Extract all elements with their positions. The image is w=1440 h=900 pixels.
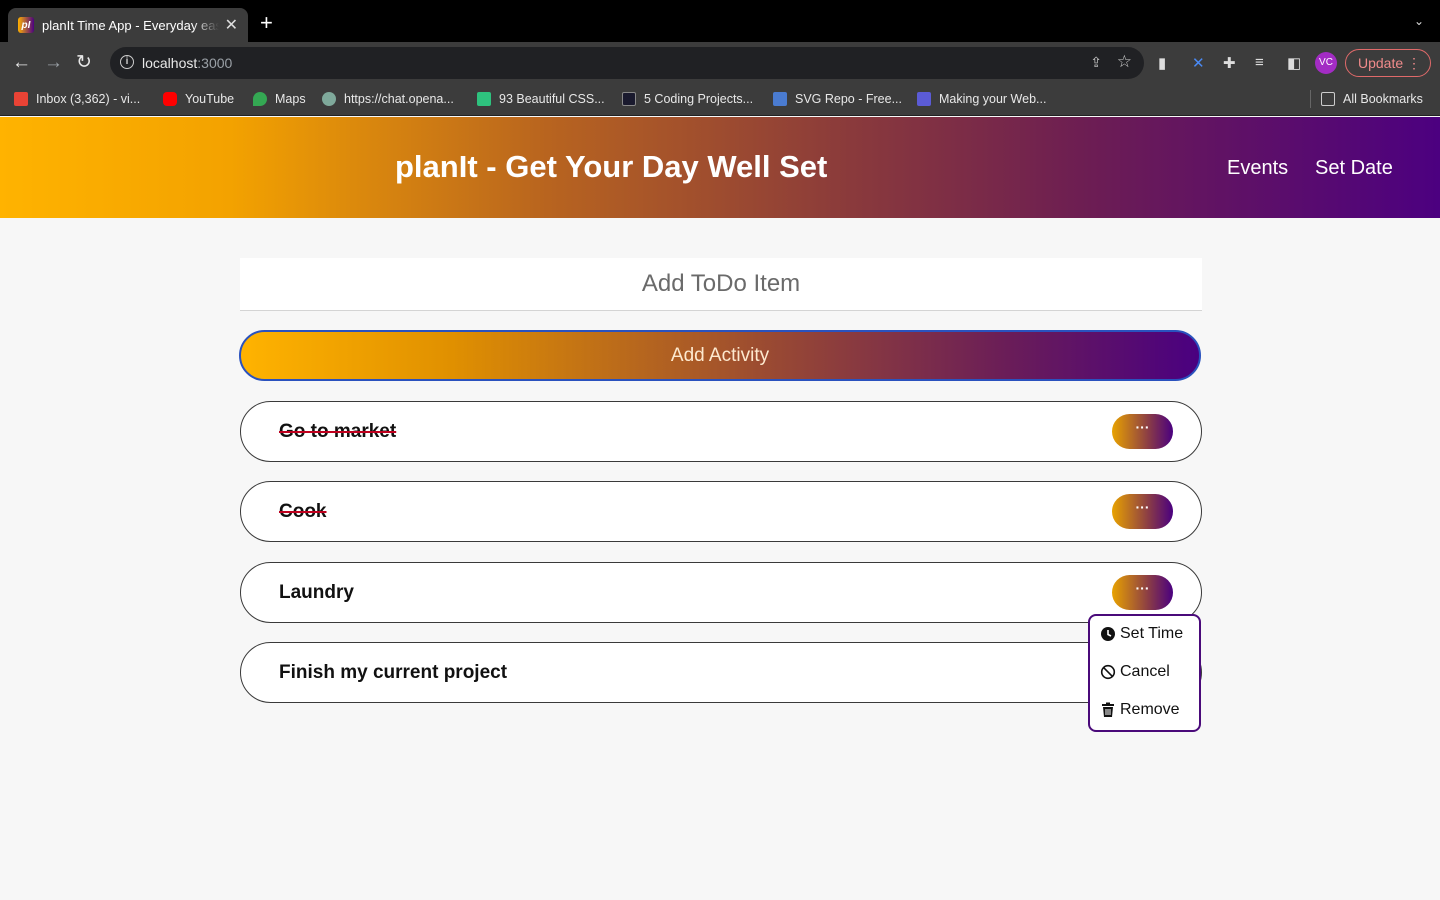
add-activity-button[interactable]: Add Activity (239, 330, 1201, 381)
bookmark-item[interactable]: Inbox (3,362) - vi... (14, 92, 140, 106)
ban-icon (1100, 664, 1116, 680)
bookmark-label: Inbox (3,362) - vi... (36, 92, 141, 106)
extensions-puzzle-icon[interactable]: ✚ (1223, 54, 1236, 72)
all-bookmarks-label: All Bookmarks (1343, 92, 1423, 106)
tab-close-icon[interactable]: ✕ (225, 15, 238, 35)
folder-icon (1321, 92, 1335, 106)
bookmark-label: Making your Web... (939, 92, 1047, 106)
bookmark-item[interactable]: 93 Beautiful CSS... (477, 92, 605, 106)
todo-text: Cook (279, 501, 327, 522)
side-panel-icon[interactable]: ◧ (1287, 54, 1301, 72)
bookmark-label: SVG Repo - Free... (795, 92, 902, 106)
url-text: localhost:3000 (142, 55, 232, 71)
bookmark-item[interactable]: YouTube (163, 92, 234, 106)
profile-avatar[interactable]: VC (1315, 52, 1337, 74)
todo-item[interactable]: Cook ··· (240, 481, 1202, 542)
more-options-button[interactable]: ··· (1112, 575, 1173, 610)
update-label: Update (1358, 55, 1404, 71)
menu-item-remove[interactable]: Remove (1100, 701, 1180, 719)
update-button[interactable]: Update ⋮ (1345, 49, 1431, 77)
openai-icon (322, 92, 336, 106)
address-bar[interactable]: i localhost:3000 ⇪ ☆ (110, 47, 1144, 79)
menu-item-label: Cancel (1120, 663, 1170, 680)
translate-extension-icon[interactable]: ✕ (1192, 54, 1205, 72)
trash-icon (1102, 702, 1114, 717)
menu-item-label: Remove (1120, 701, 1180, 718)
tab-search-chevron-icon[interactable]: ⌄ (1414, 14, 1424, 28)
reload-icon[interactable]: ↻ (76, 52, 92, 74)
bookmark-star-icon[interactable]: ☆ (1117, 52, 1132, 72)
clock-icon (1101, 627, 1115, 641)
todo-text: Finish my current project (279, 662, 508, 683)
all-bookmarks[interactable]: All Bookmarks (1321, 92, 1423, 106)
tab-title: planIt Time App - Everyday easy (42, 17, 219, 33)
angular-icon (622, 92, 636, 106)
bookmarks-bar: Inbox (3,362) - vi... YouTube Maps https… (0, 84, 1440, 116)
new-tab-icon[interactable]: + (260, 12, 273, 34)
todo-input[interactable] (240, 258, 1202, 311)
more-options-button[interactable]: ··· (1112, 494, 1173, 529)
browser-tab[interactable]: pI planIt Time App - Everyday easy ✕ (8, 8, 248, 42)
menu-item-label: Set Time (1120, 625, 1184, 642)
play-icon (917, 92, 931, 106)
nav-link-events[interactable]: Events (1227, 157, 1288, 180)
css-icon (477, 92, 491, 106)
browser-menu-icon[interactable]: ⋮ (1407, 50, 1421, 76)
bookmark-item[interactable]: Making your Web... (917, 92, 1046, 106)
app-favicon-icon: pI (18, 17, 34, 33)
todo-item[interactable]: Finish my current project (240, 642, 1202, 703)
bookmark-label: https://chat.opena... (344, 92, 454, 106)
back-arrow-icon[interactable]: ← (12, 52, 31, 74)
url-host: localhost (142, 55, 198, 71)
bookmark-item[interactable]: Maps (253, 92, 306, 106)
site-info-icon[interactable]: i (120, 55, 134, 69)
app-title: planIt - Get Your Day Well Set (395, 149, 828, 184)
forward-arrow-icon[interactable]: → (44, 52, 63, 74)
youtube-icon (163, 92, 177, 106)
share-icon[interactable]: ⇪ (1090, 54, 1102, 71)
gmail-icon (14, 92, 28, 106)
todo-text: Laundry (279, 582, 354, 603)
bookmark-label: YouTube (185, 92, 235, 106)
bookmarks-divider (1310, 90, 1311, 108)
bookmark-item[interactable]: https://chat.opena... (322, 92, 454, 106)
svgrepo-icon (773, 92, 787, 106)
bookmark-label: 93 Beautiful CSS... (499, 92, 605, 106)
todo-item[interactable]: Go to market ··· (240, 401, 1202, 462)
bookmark-item[interactable]: 5 Coding Projects... (622, 92, 753, 106)
reading-list-icon[interactable]: ≡ (1255, 54, 1264, 71)
todo-options-menu: Set Time Cancel Remove (1088, 614, 1201, 732)
bookmark-item[interactable]: SVG Repo - Free... (773, 92, 902, 106)
maps-icon (253, 92, 267, 106)
app-header: planIt - Get Your Day Well Set Events Se… (0, 117, 1440, 218)
todo-text: Go to market (279, 421, 397, 442)
browser-tabstrip: pI planIt Time App - Everyday easy ✕ + ⌄ (0, 0, 1440, 42)
bookmark-label: 5 Coding Projects... (644, 92, 754, 106)
more-options-button[interactable]: ··· (1112, 414, 1173, 449)
todo-item[interactable]: Laundry ··· (240, 562, 1202, 623)
menu-item-cancel[interactable]: Cancel (1100, 663, 1170, 681)
docs-extension-icon[interactable]: ▮ (1158, 54, 1166, 72)
url-port: :3000 (197, 55, 233, 71)
nav-link-set-date[interactable]: Set Date (1315, 157, 1393, 180)
bookmark-label: Maps (275, 92, 306, 106)
menu-item-set-time[interactable]: Set Time (1100, 625, 1183, 643)
main-content: Add Activity Go to market ··· Cook ··· L… (0, 218, 1440, 900)
